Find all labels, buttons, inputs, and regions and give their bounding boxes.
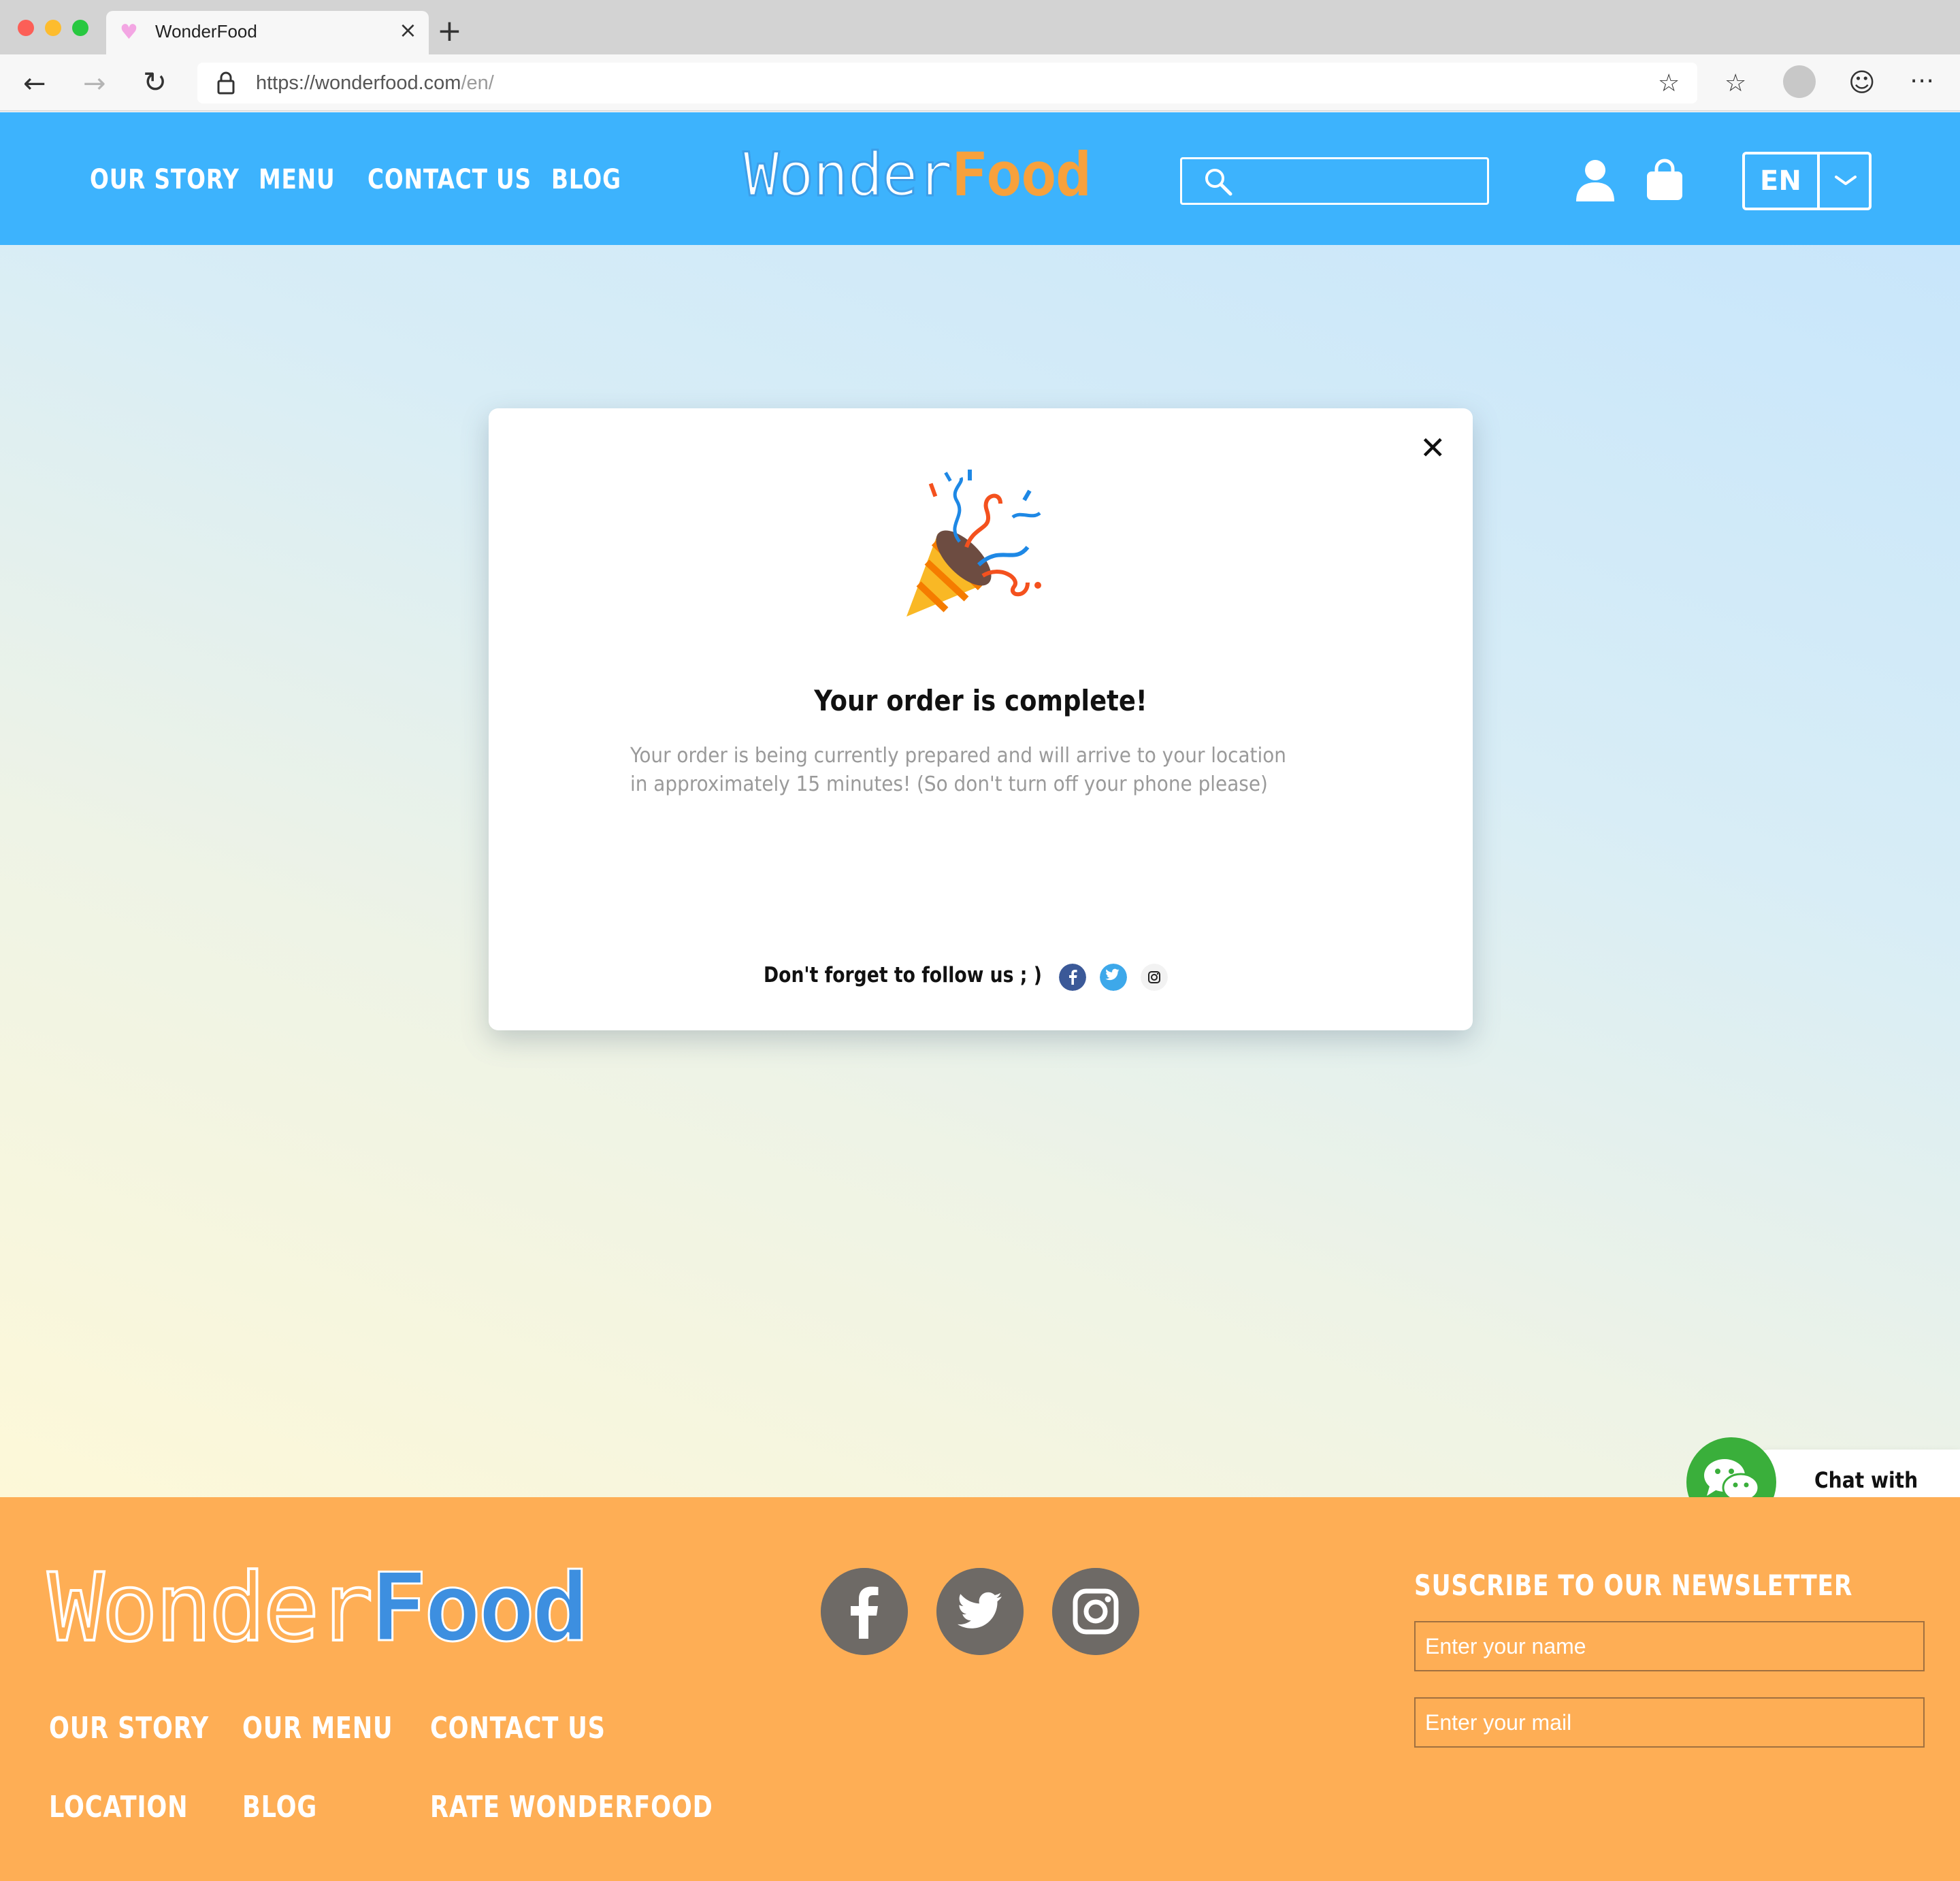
favorites-icon[interactable]: ☆	[1725, 67, 1746, 101]
twitter-icon[interactable]	[1100, 964, 1127, 991]
footer-nav-our-menu[interactable]: OUR MENU	[242, 1708, 393, 1749]
footer-nav-blog[interactable]: BLOG	[242, 1787, 317, 1828]
profile-icon[interactable]	[1783, 65, 1816, 98]
forward-arrow-icon[interactable]: →	[83, 67, 106, 101]
newsletter-email-input[interactable]	[1414, 1697, 1925, 1748]
user-icon[interactable]	[1573, 158, 1617, 201]
emoji-icon[interactable]: ☺	[1848, 65, 1876, 99]
logo-food: Food	[951, 140, 1092, 210]
footer-facebook-icon[interactable]	[821, 1568, 908, 1655]
follow-us-text: Don't forget to follow us ; )	[764, 963, 1042, 987]
logo-wonder: Wonder	[742, 139, 954, 211]
footer-nav-contact-us[interactable]: CONTACT US	[430, 1708, 606, 1749]
modal-message-line-2: in approximately 15 minutes! (So don't t…	[630, 772, 1268, 796]
facebook-icon[interactable]	[1059, 964, 1086, 991]
window-close-button[interactable]	[18, 20, 34, 36]
tab-close-icon[interactable]: ×	[399, 16, 417, 44]
language-divider	[1817, 152, 1820, 210]
star-icon[interactable]: ☆	[1658, 67, 1680, 101]
lock-icon	[217, 71, 235, 95]
search-icon	[1205, 169, 1232, 196]
footer-nav-rate-wonderfood[interactable]: RATE WONDERFOOD	[430, 1787, 713, 1828]
url-path: /en/	[461, 72, 494, 94]
url-text: https://wonderfood.com/en/	[256, 69, 494, 97]
new-tab-icon[interactable]: +	[437, 14, 462, 49]
chevron-down-icon[interactable]	[1832, 173, 1859, 188]
window-minimize-button[interactable]	[45, 20, 61, 36]
footer-nav-our-story[interactable]: OUR STORY	[49, 1708, 209, 1749]
close-icon[interactable]: ✕	[1420, 429, 1446, 467]
nav-menu[interactable]: MENU	[259, 161, 335, 199]
modal-title: Your order is complete!	[814, 684, 1147, 717]
footer-instagram-icon[interactable]	[1052, 1568, 1139, 1655]
footer-twitter-icon[interactable]	[936, 1568, 1024, 1655]
nav-our-story[interactable]: OUR STORY	[90, 161, 240, 199]
url-host: https://wonderfood.com	[256, 72, 461, 94]
language-value: EN	[1760, 165, 1801, 197]
tab-title: WonderFood	[155, 21, 257, 42]
header-logo[interactable]: WonderFood	[742, 137, 1092, 212]
back-arrow-icon[interactable]: ←	[23, 67, 46, 101]
reload-icon[interactable]: ↻	[143, 65, 167, 99]
favicon-heart-icon: ♥	[120, 20, 138, 44]
footer-nav-location[interactable]: LOCATION	[49, 1787, 188, 1828]
newsletter-name-input[interactable]	[1414, 1621, 1925, 1671]
footer-logo-food: Food	[370, 1553, 589, 1663]
footer-logo-wonder: Wonder	[46, 1553, 374, 1663]
modal-message: Your order is being currently prepared a…	[630, 742, 1288, 799]
newsletter-title: SUSCRIBE TO OUR NEWSLETTER	[1414, 1569, 1853, 1602]
nav-contact-us[interactable]: CONTACT US	[368, 161, 532, 199]
modal-message-line-1: Your order is being currently prepared a…	[630, 744, 1286, 768]
shopping-bag-icon[interactable]	[1643, 158, 1686, 201]
party-popper-icon	[906, 470, 1041, 617]
more-icon[interactable]: ⋯	[1910, 64, 1934, 98]
footer-logo[interactable]: WonderFood	[46, 1556, 589, 1661]
nav-blog[interactable]: BLOG	[551, 161, 621, 199]
instagram-icon[interactable]	[1141, 964, 1168, 991]
window-maximize-button[interactable]	[72, 20, 88, 36]
